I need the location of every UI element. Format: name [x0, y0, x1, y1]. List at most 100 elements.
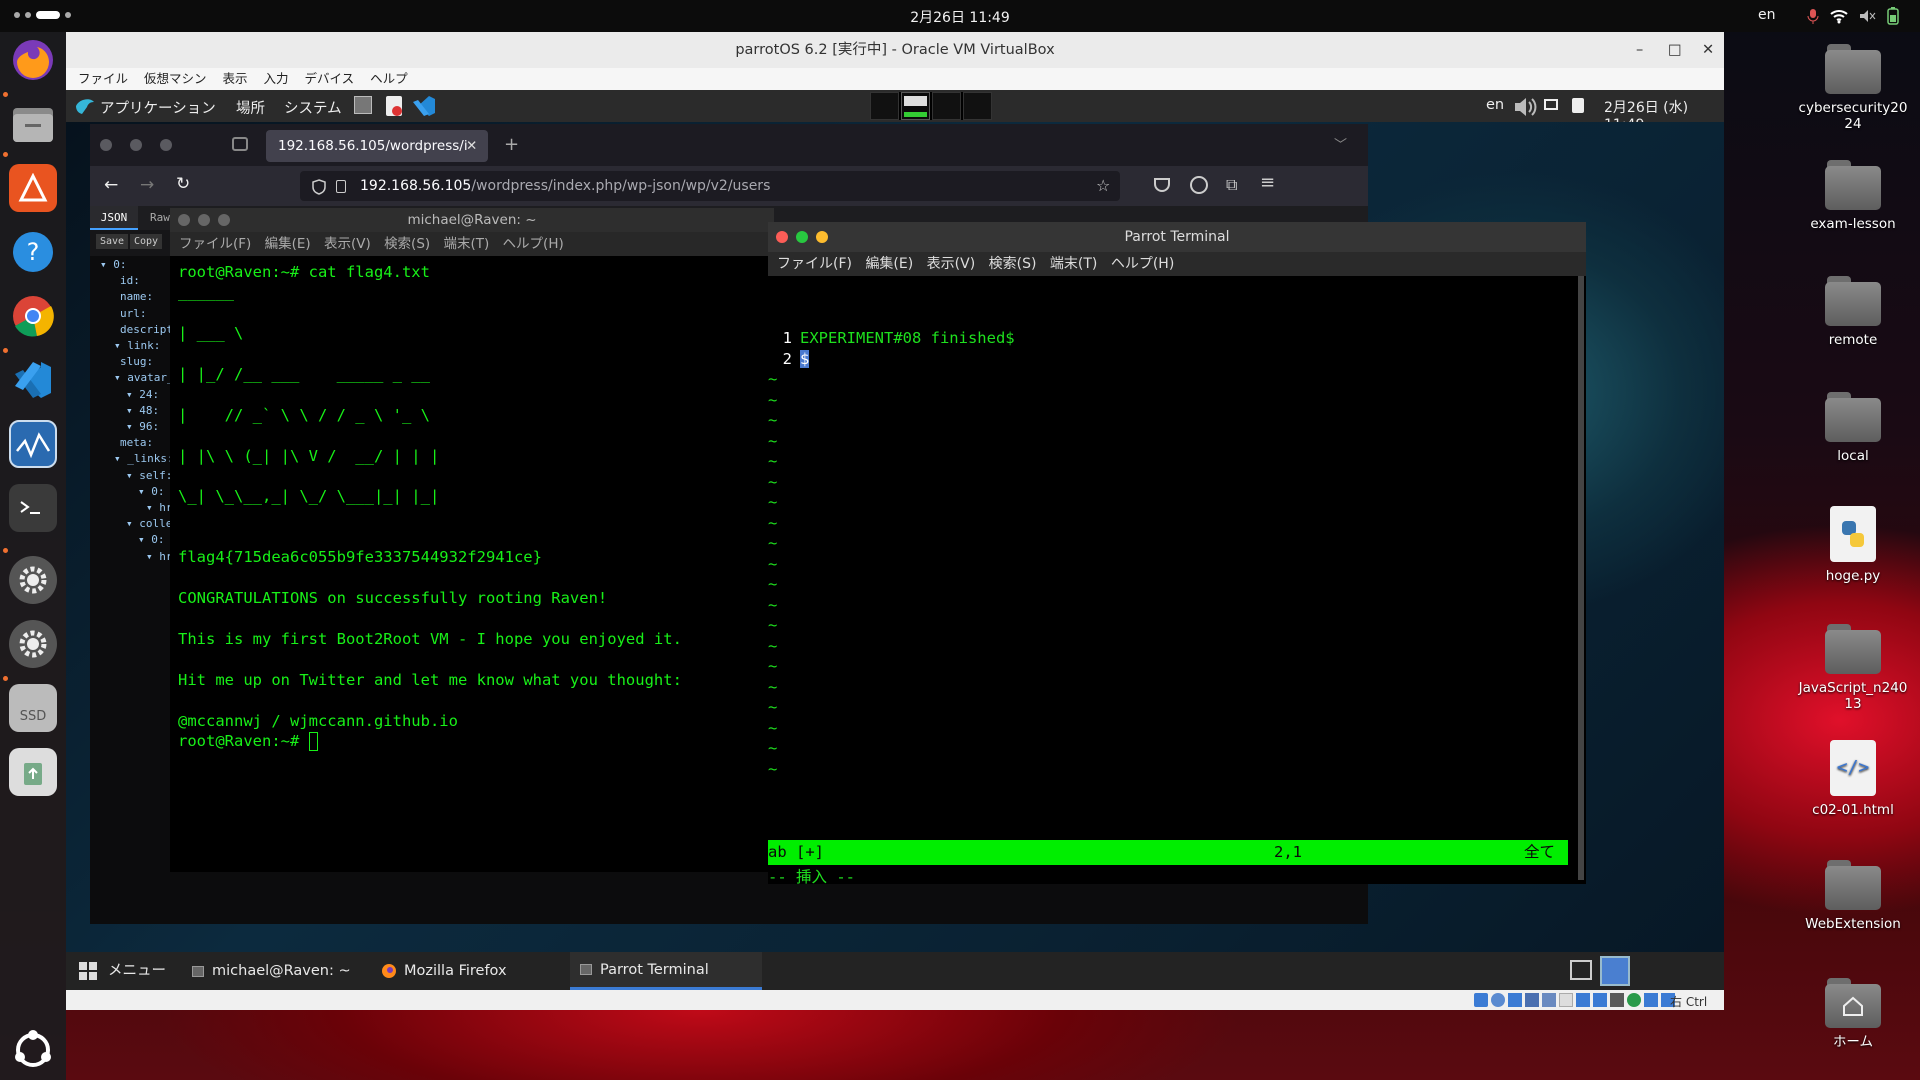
cpu-icon[interactable]: [1610, 993, 1624, 1007]
vbox-menu-machine[interactable]: 仮想マシン: [144, 68, 207, 90]
tracking-shield-icon[interactable]: [312, 179, 326, 195]
system-monitor-icon[interactable]: [9, 420, 57, 468]
desktop-folder-webextension[interactable]: WebExtension: [1798, 860, 1908, 932]
ff-close-dot[interactable]: [100, 139, 112, 151]
software-center-icon[interactable]: [9, 164, 57, 212]
audio-icon[interactable]: [1508, 993, 1522, 1007]
workspace-switcher[interactable]: [870, 92, 992, 120]
url-bar[interactable]: 192.168.56.105/wordpress/index.php/wp-js…: [300, 171, 1120, 201]
ff-max-dot[interactable]: [160, 139, 172, 151]
desktop-folder-exam-lesson[interactable]: exam-lesson: [1798, 160, 1908, 232]
back-icon[interactable]: ←: [104, 175, 118, 195]
virtualbox-titlebar[interactable]: parrotOS 6.2 [実行中] - Oracle VM VirtualBo…: [66, 32, 1724, 68]
hamburger-menu-icon[interactable]: ≡: [1260, 172, 1275, 193]
json-save-button[interactable]: Save: [96, 234, 129, 249]
close-button[interactable]: ✕: [1702, 32, 1714, 68]
parrot-logo-icon[interactable]: [74, 96, 96, 116]
guest-screen[interactable]: アプリケーション 場所 システム en 2月26日 (水) 11:49: [66, 90, 1724, 990]
terminal-window-michael[interactable]: michael@Raven: ~ ファイル(F) 編集(E) 表示(V) 検索(…: [170, 208, 774, 872]
guest-additions-icon[interactable]: [1627, 993, 1641, 1007]
term-menu-help[interactable]: ヘルプ(H): [1111, 252, 1174, 276]
terminal-prompt-line[interactable]: root@Raven:~#: [178, 729, 768, 751]
tab-overview-icon[interactable]: [232, 137, 248, 151]
maximize-dot[interactable]: [218, 214, 230, 226]
show-desktop-icon[interactable]: [1570, 960, 1592, 980]
json-copy-button[interactable]: Copy: [130, 234, 163, 249]
vbox-menu-input[interactable]: 入力: [264, 68, 289, 90]
vscode-icon[interactable]: [9, 356, 57, 404]
guest-app-launcher-icon[interactable]: [386, 96, 402, 116]
close-dot[interactable]: [178, 214, 190, 226]
host-clock[interactable]: 2月26日 11:49: [900, 7, 1020, 27]
minimize-button[interactable]: –: [1636, 32, 1643, 68]
vim-line[interactable]: 1 EXPERIMENT#08 finished$: [768, 326, 1576, 347]
files-icon[interactable]: [9, 100, 57, 148]
page-info-icon[interactable]: [336, 180, 346, 193]
term-menu-file[interactable]: ファイル(F): [179, 232, 251, 256]
guest-menu-system[interactable]: システム: [284, 97, 342, 118]
desktop-folder-cybersecurity2024[interactable]: cybersecurity2024: [1798, 44, 1908, 132]
host-key-label[interactable]: 右 Ctrl: [1670, 993, 1707, 1010]
vim-line[interactable]: 2 $: [768, 347, 1576, 368]
show-apps-icon[interactable]: [9, 1026, 57, 1074]
maximize-dot[interactable]: [816, 231, 828, 243]
workspace-mini-icon[interactable]: [1600, 956, 1630, 986]
mouse-integration-icon[interactable]: [1644, 993, 1658, 1007]
taskbar-item-firefox[interactable]: Mozilla Firefox: [382, 952, 507, 990]
shared-folder-icon[interactable]: [1559, 993, 1573, 1007]
chrome-icon[interactable]: [9, 292, 57, 340]
settings-icon-2[interactable]: [9, 620, 57, 668]
michael-terminal-titlebar[interactable]: michael@Raven: ~: [170, 208, 774, 232]
json-tab[interactable]: JSON: [90, 206, 138, 230]
term-menu-terminal[interactable]: 端末(T): [1050, 252, 1097, 276]
display-icon[interactable]: [1576, 993, 1590, 1007]
vim-editor[interactable]: 1 EXPERIMENT#08 finished$ 2 $ ~ ~ ~ ~ ~ ~ ~ ~ ~ ~ ~ ~ ~ ~…: [768, 276, 1576, 886]
term-menu-view[interactable]: 表示(V): [324, 232, 371, 256]
recording-icon[interactable]: [1593, 993, 1607, 1007]
host-lang-indicator[interactable]: en: [1758, 7, 1776, 23]
optical-drive-icon[interactable]: [1491, 993, 1505, 1007]
term-menu-search[interactable]: 検索(S): [989, 252, 1037, 276]
harddisk-icon[interactable]: [1474, 993, 1488, 1007]
guest-volume-icon[interactable]: [1512, 96, 1538, 118]
minimize-dot[interactable]: [796, 231, 808, 243]
vbox-device-indicators[interactable]: [1474, 993, 1675, 1007]
term-menu-search[interactable]: 検索(S): [384, 232, 430, 256]
term-menu-view[interactable]: 表示(V): [927, 252, 976, 276]
volume-muted-icon[interactable]: [1858, 8, 1876, 24]
help-icon[interactable]: ?: [9, 228, 57, 276]
activities-indicator[interactable]: [14, 11, 71, 19]
term-menu-file[interactable]: ファイル(F): [777, 252, 852, 276]
desktop-folder-remote[interactable]: remote: [1798, 276, 1908, 348]
desktop-folder-local[interactable]: local: [1798, 392, 1908, 464]
term-menu-edit[interactable]: 編集(E): [265, 232, 311, 256]
vim-buffer[interactable]: 1 EXPERIMENT#08 finished$ 2 $ ~ ~ ~ ~ ~ ~ ~ ~ ~ ~ ~ ~ ~ ~…: [768, 326, 1576, 778]
parrot-terminal-titlebar[interactable]: Parrot Terminal: [768, 222, 1586, 252]
wifi-icon[interactable]: [1830, 8, 1848, 24]
vbox-menu-view[interactable]: 表示: [223, 68, 248, 90]
terminal-icon[interactable]: [9, 484, 57, 532]
term-menu-help[interactable]: ヘルプ(H): [503, 232, 564, 256]
vbox-menu-help[interactable]: ヘルプ: [370, 68, 408, 90]
pocket-icon[interactable]: [1154, 178, 1170, 192]
guest-terminal-launcher-icon[interactable]: [354, 96, 372, 114]
michael-terminal-output[interactable]: root@Raven:~# cat flag4.txt ______ | ___ \…: [178, 260, 768, 870]
guest-menu-applications[interactable]: アプリケーション: [100, 97, 216, 118]
close-dot[interactable]: [776, 231, 788, 243]
extensions-icon[interactable]: ⧉: [1226, 175, 1237, 195]
taskbar-item-michael-terminal[interactable]: michael@Raven: ~: [192, 952, 351, 990]
mic-off-icon[interactable]: [1806, 8, 1820, 24]
guest-clipboard-icon[interactable]: [1572, 98, 1584, 113]
tab-close-icon[interactable]: ✕: [466, 130, 477, 162]
ff-min-dot[interactable]: [130, 139, 142, 151]
firefox-tab-active[interactable]: 192.168.56.105/wordpress/i ✕: [266, 130, 488, 162]
desktop-folder-javascript[interactable]: JavaScript_n24013: [1798, 624, 1908, 712]
usb-icon[interactable]: [1542, 993, 1556, 1007]
account-icon[interactable]: [1190, 176, 1208, 194]
terminal-window-parrot[interactable]: Parrot Terminal ファイル(F) 編集(E) 表示(V) 検索(S…: [768, 222, 1586, 886]
guest-menu-places[interactable]: 場所: [236, 97, 265, 118]
trash-icon[interactable]: [9, 748, 57, 796]
settings-icon[interactable]: [9, 556, 57, 604]
desktop-folder-home[interactable]: ホーム: [1798, 978, 1908, 1050]
new-tab-button[interactable]: +: [504, 134, 519, 155]
